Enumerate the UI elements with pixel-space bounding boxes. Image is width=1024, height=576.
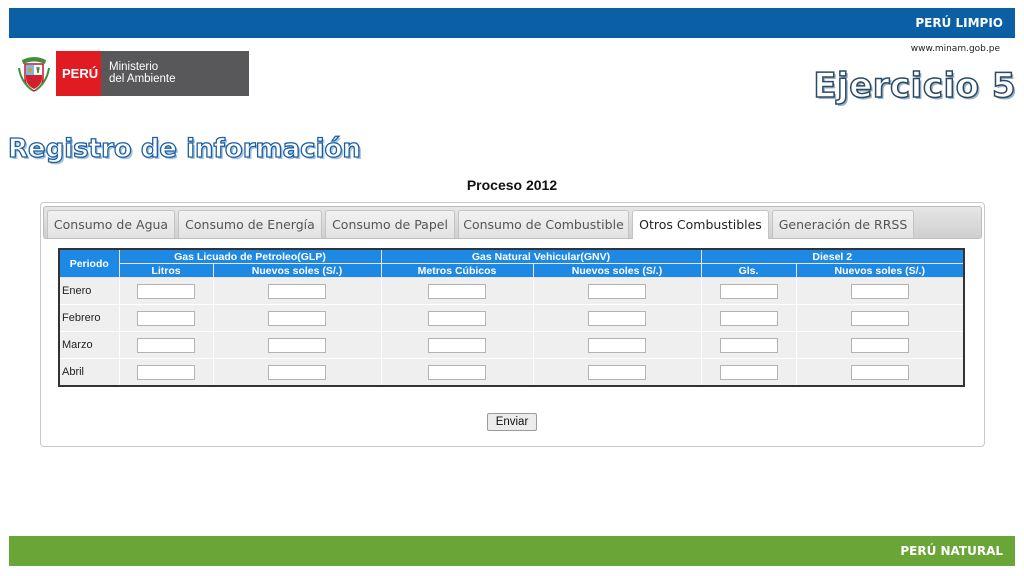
- table-row: Enero: [58, 277, 965, 305]
- subheader-soles-diesel: Nuevos soles (S/.): [795, 263, 965, 278]
- gnv-soles-input[interactable]: [588, 283, 646, 299]
- table-row: Marzo: [58, 331, 965, 359]
- gnv-soles-input[interactable]: [588, 364, 646, 380]
- group-header-diesel: Diesel 2: [700, 248, 965, 264]
- gnv-soles-input[interactable]: [588, 310, 646, 326]
- diesel-gls-input[interactable]: [719, 283, 778, 299]
- glp-litros-input[interactable]: [137, 283, 195, 299]
- subheader-gls: Gls.: [700, 263, 797, 278]
- peru-coat-of-arms-icon: [18, 57, 50, 92]
- top-banner-text: PERÚ LIMPIO: [915, 16, 1003, 30]
- ministry-line2: del Ambiente: [109, 73, 176, 85]
- gnv-soles-input[interactable]: [588, 337, 646, 353]
- gnv-metros-input[interactable]: [428, 310, 486, 326]
- tab-generacion-rrss[interactable]: Generación de RRSS: [772, 210, 914, 238]
- diesel-soles-input[interactable]: [850, 364, 909, 380]
- period-label: Enero: [58, 277, 120, 305]
- gnv-metros-input[interactable]: [428, 283, 486, 299]
- period-label: Febrero: [58, 304, 120, 332]
- diesel-gls-input[interactable]: [719, 310, 778, 326]
- diesel-soles-input[interactable]: [850, 337, 909, 353]
- diesel-gls-input[interactable]: [719, 364, 778, 380]
- diesel-soles-input[interactable]: [850, 283, 909, 299]
- fuel-consumption-table: Periodo Gas Licuado de Petroleo(GLP) Gas…: [58, 248, 965, 387]
- glp-soles-input[interactable]: [268, 283, 326, 299]
- tab-consumo-agua[interactable]: Consumo de Agua: [47, 210, 175, 238]
- subheader-metros-cubicos: Metros Cúbicos: [380, 263, 534, 278]
- glp-soles-input[interactable]: [268, 337, 326, 353]
- tab-consumo-papel[interactable]: Consumo de Papel: [325, 210, 455, 238]
- glp-soles-input[interactable]: [268, 310, 326, 326]
- period-label: Marzo: [58, 331, 120, 359]
- ministry-name-box: Ministerio del Ambiente: [101, 51, 249, 96]
- submit-button[interactable]: Enviar: [487, 413, 537, 431]
- tab-consumo-energia[interactable]: Consumo de Energía: [178, 210, 322, 238]
- exercise-title: Ejercicio 5: [813, 65, 1017, 107]
- subheader-soles-gnv: Nuevos soles (S/.): [532, 263, 702, 278]
- glp-litros-input[interactable]: [137, 337, 195, 353]
- subheader-litros: Litros: [118, 263, 214, 278]
- table-row: Abril: [58, 358, 965, 387]
- gnv-metros-input[interactable]: [428, 337, 486, 353]
- website-url: www.minam.gob.pe: [910, 44, 1000, 54]
- bottom-banner-text: PERÚ NATURAL: [900, 544, 1003, 558]
- peru-badge: PERÚ: [56, 51, 101, 96]
- diesel-gls-input[interactable]: [719, 337, 778, 353]
- period-header: Periodo: [58, 248, 120, 278]
- process-heading: Proceso 2012: [466, 177, 558, 193]
- subheader-soles-glp: Nuevos soles (S/.): [212, 263, 382, 278]
- glp-litros-input[interactable]: [137, 364, 195, 380]
- diesel-soles-input[interactable]: [850, 310, 909, 326]
- bottom-banner: PERÚ NATURAL: [9, 536, 1015, 566]
- ministry-line1: Ministerio: [109, 61, 159, 73]
- gnv-metros-input[interactable]: [428, 364, 486, 380]
- tab-bar: Consumo de Agua Consumo de Energía Consu…: [43, 206, 982, 239]
- page-title: Registro de información: [7, 133, 361, 164]
- table-row: Febrero: [58, 304, 965, 332]
- tab-consumo-combustible[interactable]: Consumo de Combustible: [458, 210, 629, 238]
- glp-litros-input[interactable]: [137, 310, 195, 326]
- tab-otros-combustibles[interactable]: Otros Combustibles: [632, 210, 769, 239]
- period-label: Abril: [58, 358, 120, 387]
- top-banner: PERÚ LIMPIO: [9, 8, 1015, 38]
- group-header-glp: Gas Licuado de Petroleo(GLP): [118, 248, 382, 264]
- peru-badge-text: PERÚ: [62, 66, 99, 81]
- group-header-gnv: Gas Natural Vehicular(GNV): [380, 248, 702, 264]
- glp-soles-input[interactable]: [268, 364, 326, 380]
